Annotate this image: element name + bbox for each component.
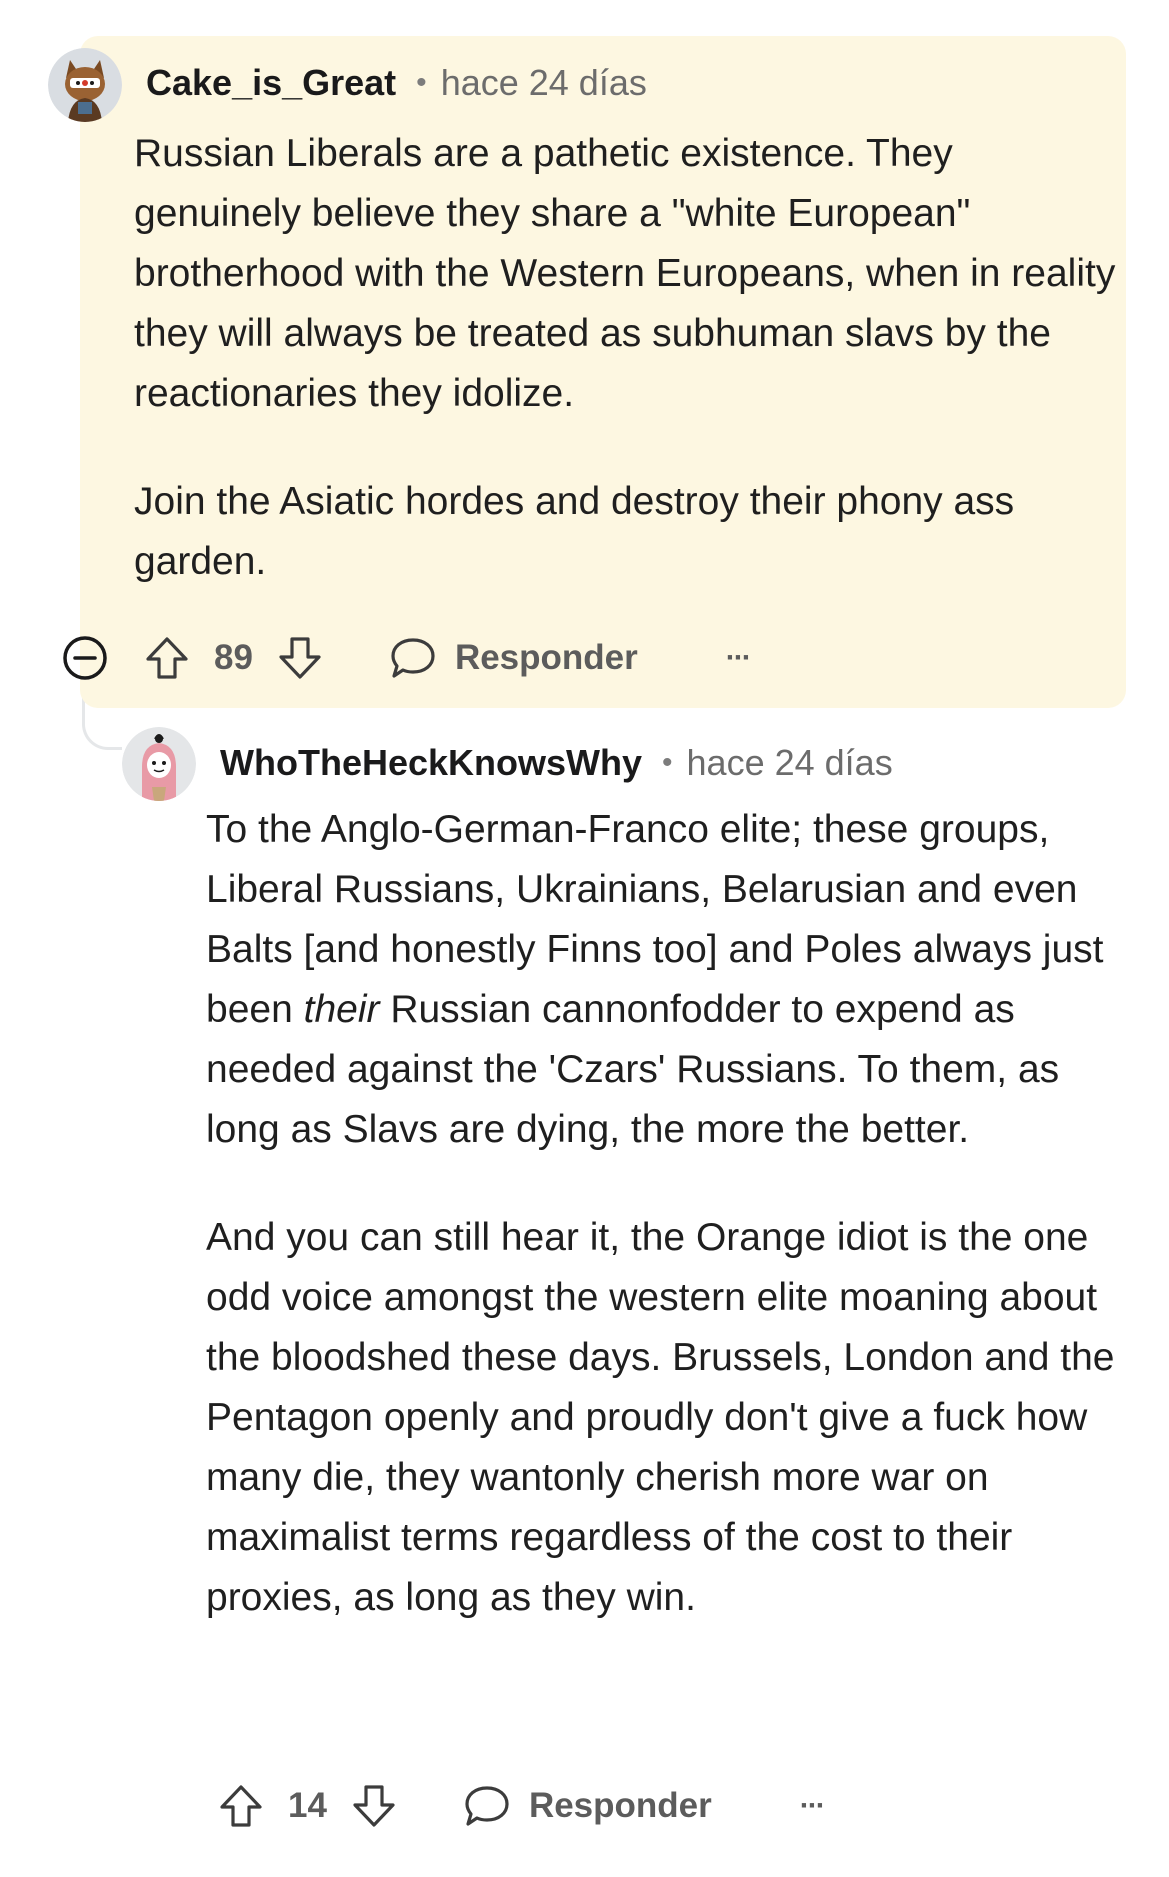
timestamp[interactable]: hace 24 días — [441, 62, 647, 104]
comment-paragraph: Russian Liberals are a pathetic existenc… — [134, 132, 1116, 415]
downvote-icon[interactable] — [351, 1783, 397, 1829]
comment-body: Russian Liberals are a pathetic existenc… — [134, 124, 1124, 592]
collapse-icon[interactable] — [62, 635, 108, 681]
avatar[interactable] — [122, 727, 196, 801]
comment-bubble-icon — [463, 1783, 511, 1829]
separator-dot: • — [416, 66, 427, 99]
avatar-cat-icon — [48, 48, 122, 122]
downvote-icon[interactable] — [277, 635, 323, 681]
avatar-character-icon — [122, 727, 196, 801]
reply-button[interactable]: Responder — [389, 635, 638, 681]
avatar[interactable] — [48, 48, 122, 122]
upvote-icon[interactable] — [218, 1783, 264, 1829]
comment-emphasis: their — [303, 988, 380, 1031]
comment-paragraph: Join the Asiatic hordes and destroy thei… — [134, 480, 1015, 583]
more-options-icon[interactable]: ··· — [800, 1789, 826, 1823]
vote-count: 89 — [214, 638, 253, 677]
timestamp[interactable]: hace 24 días — [687, 742, 893, 784]
reply-label: Responder — [454, 638, 638, 677]
comment-paragraph: And you can still hear it, the Orange id… — [206, 1216, 1115, 1619]
reply-button[interactable]: Responder — [463, 1783, 712, 1829]
comment-header: WhoTheHeckKnowsWhy • hace 24 días — [220, 740, 893, 786]
separator-dot: • — [662, 746, 673, 779]
comment-paragraph: To the Anglo-German-Franco elite; these … — [206, 800, 1136, 1160]
comment-actions: 14 Responder ··· — [218, 1778, 826, 1834]
comment-bubble-icon — [389, 635, 437, 681]
reply-label: Responder — [528, 1786, 712, 1825]
more-options-icon[interactable]: ··· — [726, 641, 752, 675]
username[interactable]: WhoTheHeckKnowsWhy — [220, 742, 642, 784]
vote-count: 14 — [288, 1786, 327, 1825]
comment-actions: 89 Responder ··· — [62, 630, 752, 686]
comment-header: Cake_is_Great • hace 24 días — [146, 60, 647, 106]
comment-body: To the Anglo-German-Franco elite; these … — [206, 800, 1136, 1628]
upvote-icon[interactable] — [144, 635, 190, 681]
username[interactable]: Cake_is_Great — [146, 62, 396, 104]
